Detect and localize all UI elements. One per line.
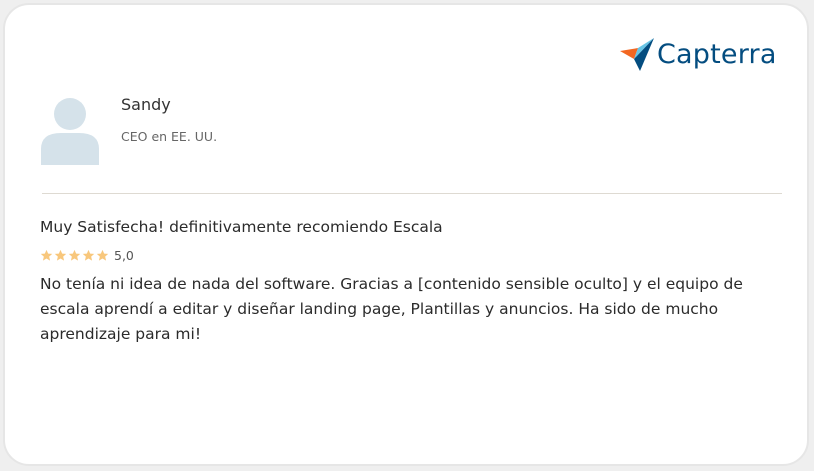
review-body: No tenía ni idea de nada del software. G…: [40, 275, 743, 343]
star-icon: [82, 249, 95, 261]
avatar: [41, 98, 99, 165]
rating-score: 5,0: [114, 248, 134, 263]
divider: [42, 193, 782, 194]
rating-stars: [40, 249, 110, 262]
capterra-logo-text: Capterra: [657, 38, 777, 70]
capterra-logo-icon: [620, 38, 654, 71]
reviewer-name: Sandy: [121, 95, 171, 114]
star-icon: [40, 249, 53, 261]
star-icon: [54, 249, 67, 261]
star-icon: [96, 249, 109, 261]
star-icon: [68, 249, 81, 261]
reviewer-role: CEO en EE. UU.: [121, 129, 218, 144]
rating: 5,0: [40, 248, 134, 263]
review-title: Muy Satisfecha! definitivamente recomien…: [40, 218, 443, 236]
review-card: Capterra Sandy CEO en EE. UU. Muy Satisf…: [3, 3, 809, 466]
capterra-logo[interactable]: Capterra: [619, 35, 777, 73]
